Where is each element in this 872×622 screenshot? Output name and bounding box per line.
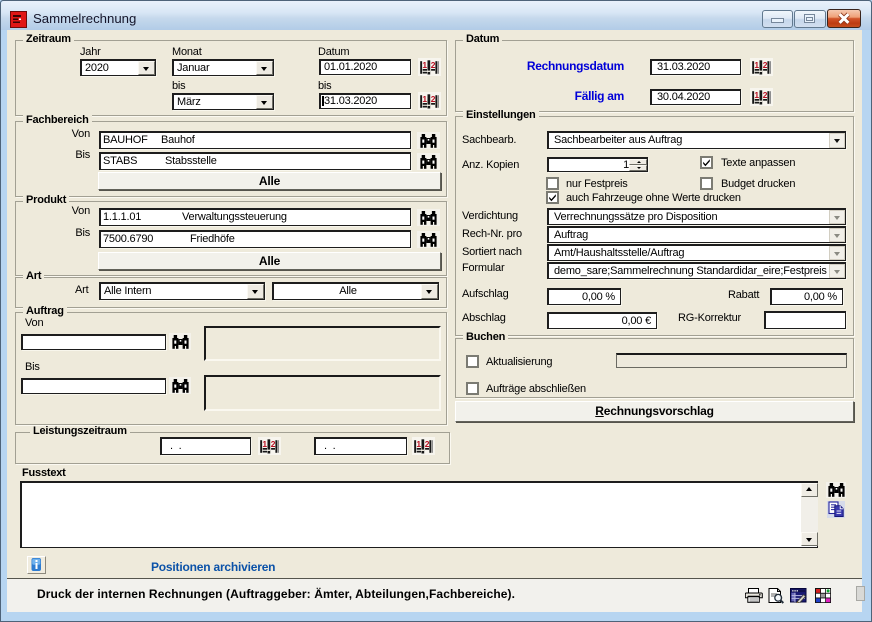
- svg-text:1: 1: [422, 60, 427, 70]
- svg-text:1: 1: [754, 60, 759, 70]
- svg-text:1: 1: [422, 94, 427, 104]
- svg-text:2: 2: [271, 439, 276, 449]
- svg-text:2: 2: [763, 60, 768, 70]
- svg-text:2: 2: [425, 439, 430, 449]
- svg-text:2: 2: [431, 60, 436, 70]
- svg-text:1: 1: [262, 439, 267, 449]
- svg-text:2: 2: [763, 90, 768, 100]
- svg-text:1: 1: [416, 439, 421, 449]
- svg-text:2: 2: [431, 94, 436, 104]
- svg-text:1: 1: [754, 90, 759, 100]
